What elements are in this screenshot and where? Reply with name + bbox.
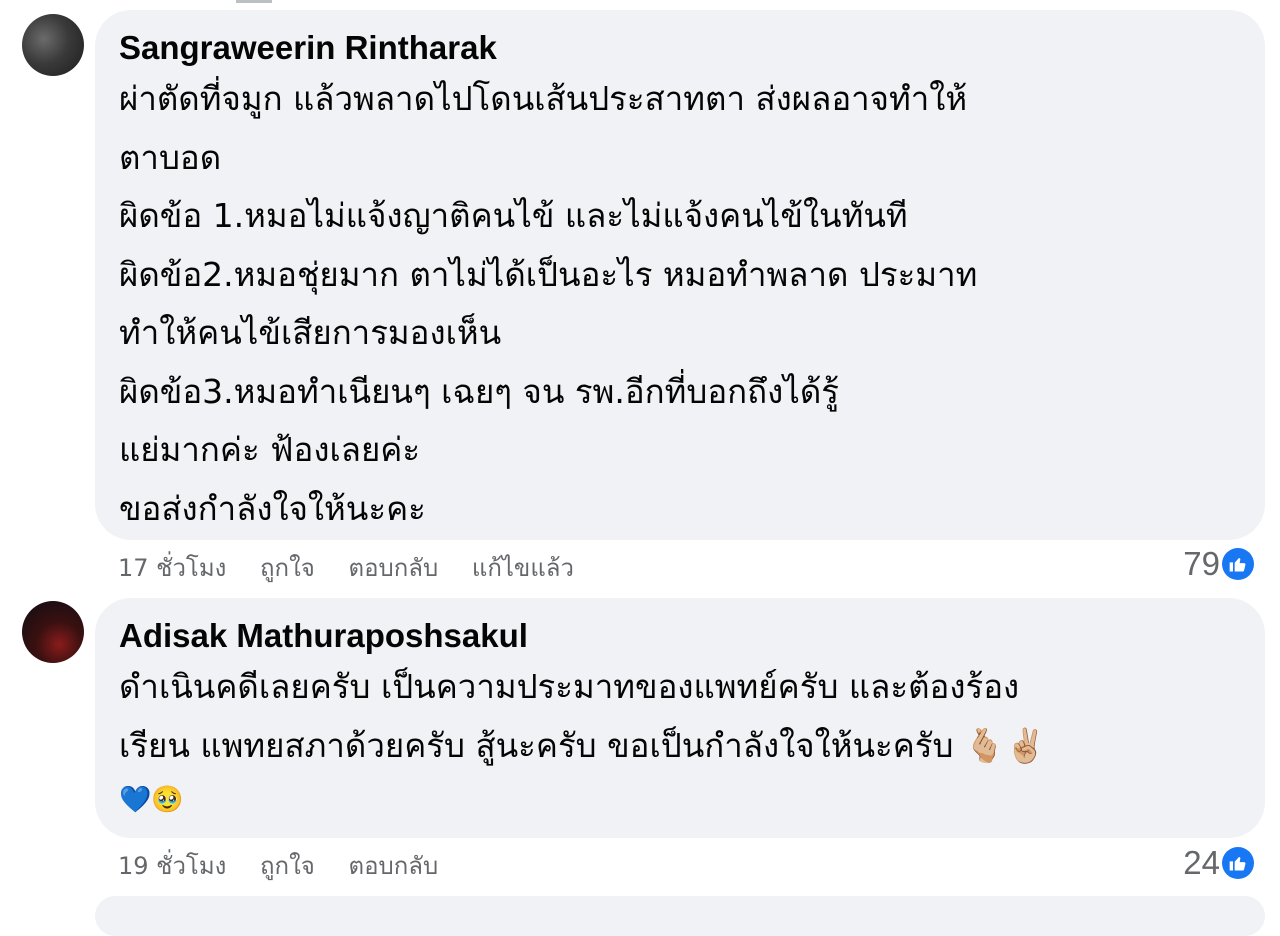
comment-text-line: ตาบอด	[119, 137, 222, 177]
comment-bubble-next	[95, 896, 1265, 936]
comment-text-line: เรียน แพทยสภาด้วยครับ สู้นะครับ ขอเป็นกำ…	[119, 725, 1047, 765]
comment-author[interactable]: Adisak Mathuraposhsakul	[119, 616, 1241, 656]
divider	[236, 0, 272, 3]
comment-text-line: ผิดข้อ2.หมอชุ่ยมาก ตาไม่ได้เป็นอะไร หมอท…	[119, 254, 978, 294]
reaction-count: 24	[1183, 844, 1220, 881]
avatar[interactable]	[22, 14, 84, 76]
comment-text-line: ทำให้คนไข้เสียการมองเห็น	[119, 313, 502, 352]
reply-button[interactable]: ตอบกลับ	[349, 852, 439, 880]
comment-text-line: ผิดข้อ 1.หมอไม่แจ้งญาติคนไข้ และไม่แจ้งค…	[119, 196, 908, 235]
like-button[interactable]: ถูกใจ	[260, 554, 315, 582]
thumbs-up-icon	[1222, 847, 1254, 879]
reaction-summary[interactable]: 79	[1183, 545, 1254, 583]
comment-time[interactable]: 19 ชั่วโมง	[118, 852, 226, 880]
comment-actions: 17 ชั่วโมง ถูกใจ ตอบกลับ แก้ไขแล้ว	[118, 548, 600, 587]
comment-text-line: แย่มากค่ะ ฟ้องเลยค่ะ	[119, 430, 421, 469]
comment-text-line: ผิดข้อ3.หมอทำเนียนๆ เฉยๆ จน รพ.อีกที่บอก…	[119, 371, 839, 411]
comment-author[interactable]: Sangraweerin Rintharak	[119, 28, 1241, 68]
edited-label: แก้ไขแล้ว	[471, 554, 574, 582]
comment-text-line: ดำเนินคดีเลยครับ เป็นความประมาทของแพทย์ค…	[119, 667, 1020, 706]
comment-text-line: ผ่าตัดที่จมูก แล้วพลาดไปโดนเส้นประสาทตา …	[119, 79, 968, 118]
thumbs-up-icon	[1222, 548, 1254, 580]
comment-bubble: Adisak Mathuraposhsakul ดำเนินคดีเลยครับ…	[95, 598, 1265, 838]
like-button[interactable]: ถูกใจ	[260, 852, 315, 880]
reaction-summary[interactable]: 24	[1183, 844, 1254, 882]
comment-actions: 19 ชั่วโมง ถูกใจ ตอบกลับ	[118, 846, 464, 885]
comment-bubble: Sangraweerin Rintharak ผ่าตัดที่จมูก แล้…	[95, 10, 1265, 540]
avatar[interactable]	[22, 601, 84, 663]
comment-text-line: ขอส่งกำลังใจให้นะคะ	[119, 488, 426, 528]
comment-time[interactable]: 17 ชั่วโมง	[118, 554, 226, 582]
reaction-count: 79	[1183, 545, 1220, 582]
reply-button[interactable]: ตอบกลับ	[349, 554, 439, 582]
comment-emoji-line: 💙🥹	[119, 785, 184, 815]
